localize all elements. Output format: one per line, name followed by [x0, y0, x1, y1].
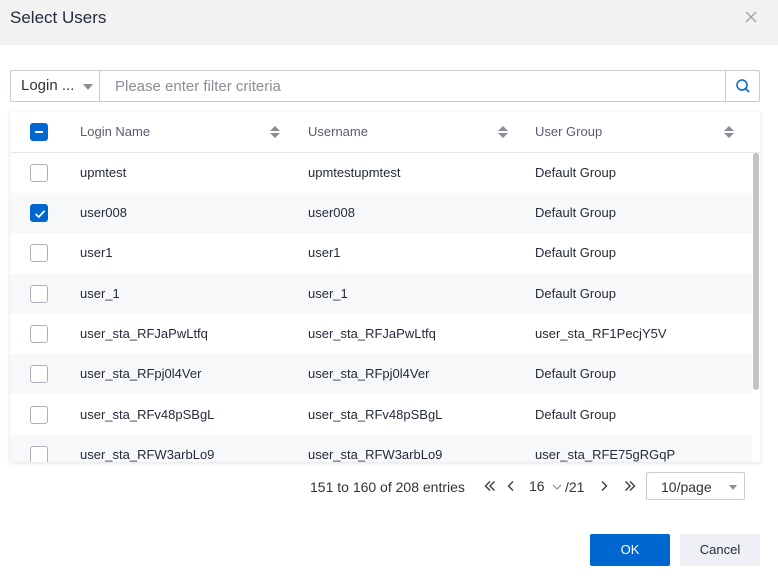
users-table: Login Name Username User Group upmtest u… [10, 112, 760, 462]
row-checkbox[interactable] [30, 204, 48, 222]
cell-user-group: Default Group [535, 245, 616, 260]
table-row[interactable]: user008 user008 Default Group [10, 193, 752, 233]
cell-user-group: Default Group [535, 286, 616, 301]
table-scrollbar[interactable] [753, 153, 760, 462]
cell-username: user1 [308, 245, 341, 260]
filter-input[interactable] [101, 71, 725, 101]
table-row[interactable]: user_sta_RFW3arbLo9 user_sta_RFW3arbLo9 … [10, 435, 752, 462]
search-button[interactable] [725, 71, 759, 101]
dialog-header: Select Users [0, 0, 778, 45]
cell-username: user008 [308, 205, 355, 220]
select-all-checkbox[interactable] [30, 123, 48, 141]
cancel-button[interactable]: Cancel [680, 534, 760, 566]
column-header-username: Username [308, 124, 368, 139]
cell-login-name: upmtest [80, 165, 127, 180]
cell-login-name: user_sta_RFpj0l4Ver [80, 366, 202, 381]
page-size-select[interactable]: 10/page [646, 472, 745, 500]
first-page-icon[interactable] [482, 478, 498, 494]
close-icon[interactable] [741, 7, 761, 27]
last-page-icon[interactable] [622, 478, 638, 494]
cell-username: user_sta_RFv48pSBgL [308, 407, 443, 422]
pagination: 151 to 160 of 208 entries 16 /21 10/page [0, 472, 778, 500]
pagination-info: 151 to 160 of 208 entries [310, 479, 465, 495]
cell-login-name: user1 [80, 245, 113, 260]
cell-username: user_sta_RFJaPwLtfq [308, 326, 436, 341]
cell-login-name: user_sta_RFv48pSBgL [80, 407, 215, 422]
table-row[interactable]: user_1 user_1 Default Group [10, 274, 752, 314]
row-checkbox[interactable] [30, 325, 48, 343]
sort-login-name-icon[interactable] [270, 126, 280, 138]
search-icon [736, 79, 750, 93]
column-header-login-name: Login Name [80, 124, 151, 139]
current-page-number: 16 [529, 478, 545, 494]
next-page-icon[interactable] [596, 478, 612, 494]
chevron-down-icon [729, 485, 737, 490]
table-row[interactable]: user1 user1 Default Group [10, 233, 752, 273]
row-checkbox[interactable] [30, 285, 48, 303]
page-size-label: 10/page [661, 479, 712, 495]
cell-login-name: user_sta_RFW3arbLo9 [80, 447, 215, 462]
cell-user-group: Default Group [535, 165, 616, 180]
current-page-select[interactable]: 16 [529, 478, 563, 494]
sort-user-group-icon[interactable] [724, 126, 734, 138]
total-pages: /21 [565, 479, 585, 495]
cell-user-group: Default Group [535, 205, 616, 220]
filter-bar: Login ... [10, 70, 760, 102]
row-checkbox[interactable] [30, 244, 48, 262]
cell-user-group: Default Group [535, 407, 616, 422]
sort-username-icon[interactable] [498, 126, 508, 138]
chevron-down-icon [83, 84, 93, 90]
filter-field-label: Login ... [21, 77, 75, 94]
ok-button[interactable]: OK [590, 534, 670, 566]
cell-user-group: user_sta_RF1PecjY5V [535, 326, 667, 341]
cell-login-name: user_sta_RFJaPwLtfq [80, 326, 208, 341]
table-row[interactable]: user_sta_RFpj0l4Ver user_sta_RFpj0l4Ver … [10, 354, 752, 394]
cell-username: upmtestupmtest [308, 165, 401, 180]
column-header-user-group: User Group [535, 124, 603, 139]
previous-page-icon[interactable] [503, 478, 519, 494]
cell-login-name: user008 [80, 205, 127, 220]
table-row[interactable]: user_sta_RFJaPwLtfq user_sta_RFJaPwLtfq … [10, 314, 752, 354]
table-row[interactable]: upmtest upmtestupmtest Default Group [10, 153, 752, 193]
check-icon [34, 210, 46, 219]
row-checkbox[interactable] [30, 164, 48, 182]
table-body: upmtest upmtestupmtest Default Group use… [10, 153, 760, 462]
chevron-down-icon [553, 484, 562, 491]
row-checkbox[interactable] [30, 365, 48, 383]
row-checkbox[interactable] [30, 446, 48, 462]
cell-login-name: user_1 [80, 286, 120, 301]
row-checkbox[interactable] [30, 406, 48, 424]
cell-username: user_1 [308, 286, 348, 301]
dialog-title: Select Users [10, 8, 107, 27]
scrollbar-thumb[interactable] [753, 153, 759, 390]
filter-field-select[interactable]: Login ... [11, 71, 100, 101]
table-row[interactable]: user_sta_RFv48pSBgL user_sta_RFv48pSBgL … [10, 395, 752, 435]
cell-user-group: Default Group [535, 366, 616, 381]
cell-username: user_sta_RFpj0l4Ver [308, 366, 430, 381]
cell-username: user_sta_RFW3arbLo9 [308, 447, 443, 462]
cell-user-group: user_sta_RFE75gRGqP [535, 447, 676, 462]
select-users-dialog: Select Users Login ... Login Name Userna… [0, 0, 778, 584]
table-header: Login Name Username User Group [10, 112, 760, 153]
